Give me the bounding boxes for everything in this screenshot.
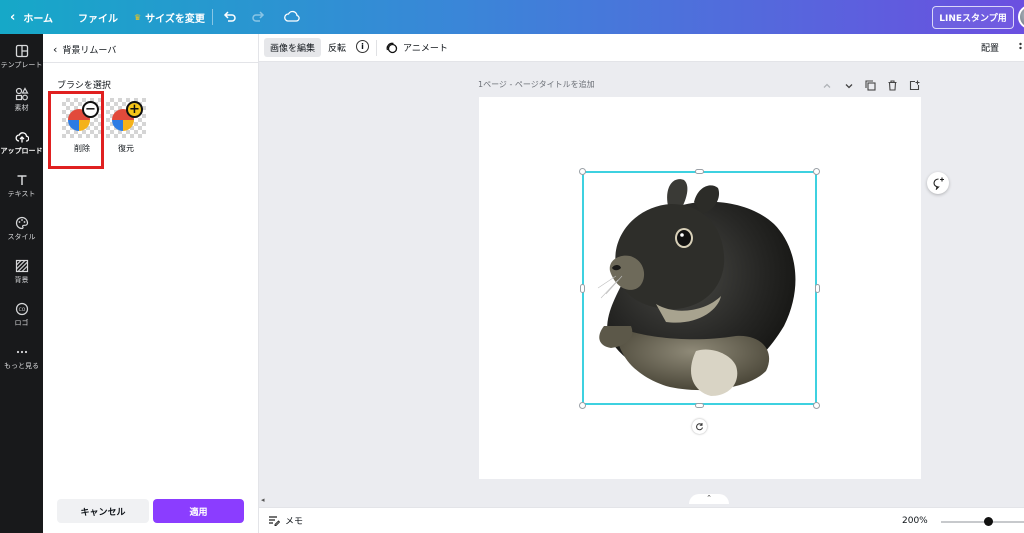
restore-brush-label: 復元 (118, 144, 134, 153)
top-bar: ‹ ホーム ファイル ♛ サイズを変更 LINEスタンプ用 (0, 0, 1024, 34)
trash-icon[interactable] (886, 79, 899, 92)
arrange-button[interactable]: 配置 (981, 38, 999, 57)
resize-handle-top[interactable] (695, 169, 704, 174)
apply-button[interactable]: 適用 (153, 499, 244, 523)
nav-item-more[interactable]: もっと見る (0, 345, 43, 371)
resize-handle-right[interactable] (815, 284, 820, 293)
background-icon (15, 259, 28, 273)
more-icon (16, 350, 27, 354)
rotate-handle[interactable] (692, 419, 707, 434)
divider (376, 40, 377, 56)
upload-cloud-icon (15, 132, 29, 143)
nav-item-upload[interactable]: アップロード (0, 130, 43, 156)
resize-handle-top-left[interactable] (579, 168, 586, 175)
text-icon (17, 175, 26, 185)
zoom-slider-track[interactable] (941, 521, 1024, 523)
undo-icon[interactable] (222, 9, 238, 25)
elements-icon (15, 87, 29, 101)
add-page-icon[interactable] (908, 79, 921, 92)
animate-icon (386, 42, 398, 53)
panel-title: 背景リムーバ (62, 45, 117, 56)
selection-highlight (48, 91, 104, 169)
nav-item-logo[interactable]: CO ロゴ (0, 302, 43, 328)
logo-icon: CO (15, 302, 28, 316)
rotate-icon (696, 423, 703, 431)
chevron-down-icon[interactable] (842, 79, 855, 92)
zoom-level[interactable]: 200% (902, 516, 928, 526)
chevron-left-icon: ‹ (10, 9, 16, 25)
horizontal-scrollbar[interactable]: ◂ ⌃ (259, 494, 1024, 506)
left-nav: テンプレート 素材 アップロード テキスト スタイル 背景 CO ロゴ もっと見… (0, 34, 43, 533)
context-toolbar: 画像を編集 反転 i アニメート 配置 (259, 34, 1024, 62)
info-icon[interactable]: i (356, 40, 369, 53)
restore-brush-button[interactable]: + 復元 (103, 98, 149, 154)
flip-button[interactable]: 反転 (328, 38, 346, 57)
notes-button[interactable]: メモ (268, 514, 303, 527)
page-title[interactable]: 1ページ - ページタイトルを追加 (478, 79, 595, 90)
chevron-up-icon[interactable]: ⌃ (689, 494, 729, 504)
line-stamp-button[interactable]: LINEスタンプ用 (932, 6, 1014, 29)
add-comment-button[interactable] (927, 172, 949, 194)
file-menu[interactable]: ファイル (78, 0, 118, 34)
chevron-up-icon[interactable] (820, 79, 833, 92)
scroll-left-icon[interactable]: ◂ (261, 496, 265, 504)
brush-label: ブラシを選択 (57, 81, 111, 91)
resize-handle-bottom[interactable] (695, 403, 704, 408)
add-comment-icon (932, 177, 944, 190)
palette-icon (15, 216, 28, 230)
notes-icon (269, 516, 280, 526)
footer-bar: メモ 200% (259, 507, 1024, 533)
resize-handle-left[interactable] (580, 284, 585, 293)
crown-icon: ♛ (134, 12, 142, 22)
template-icon (15, 44, 28, 58)
cancel-button[interactable]: キャンセル (57, 499, 149, 523)
selection-frame[interactable] (582, 171, 817, 405)
resize-handle-bottom-left[interactable] (579, 402, 586, 409)
resize-handle-bottom-right[interactable] (813, 402, 820, 409)
resize-button[interactable]: ♛ サイズを変更 (134, 0, 205, 34)
nav-item-style[interactable]: スタイル (0, 216, 43, 242)
duplicate-icon[interactable] (864, 79, 877, 92)
divider (212, 9, 213, 25)
cloud-save-icon[interactable] (283, 9, 301, 25)
page-tools (820, 79, 921, 92)
svg-text:CO: CO (18, 307, 25, 313)
chevron-left-icon[interactable]: ‹ (53, 43, 57, 56)
nav-item-text[interactable]: テキスト (0, 173, 43, 199)
restore-brush-thumbnail: + (106, 98, 146, 138)
nav-item-elements[interactable]: 素材 (0, 87, 43, 113)
edit-image-button[interactable]: 画像を編集 (264, 38, 322, 57)
more-icon[interactable] (1017, 41, 1024, 55)
redo-icon[interactable] (250, 9, 266, 25)
animate-button[interactable]: アニメート (386, 38, 448, 57)
restore-brush-icon: + (126, 101, 143, 118)
nav-item-background[interactable]: 背景 (0, 259, 43, 285)
divider (43, 62, 259, 63)
panel-header[interactable]: ‹ 背景リムーバ (53, 42, 116, 56)
avatar[interactable] (1018, 5, 1024, 29)
resize-handle-top-right[interactable] (813, 168, 820, 175)
home-button[interactable]: ‹ ホーム (10, 0, 53, 34)
background-remover-panel: ‹ 背景リムーバ ブラシを選択 − 削除 + 復元 キャンセル 適用 (43, 34, 259, 533)
zoom-slider-thumb[interactable] (984, 517, 993, 526)
nav-item-template[interactable]: テンプレート (0, 44, 43, 70)
